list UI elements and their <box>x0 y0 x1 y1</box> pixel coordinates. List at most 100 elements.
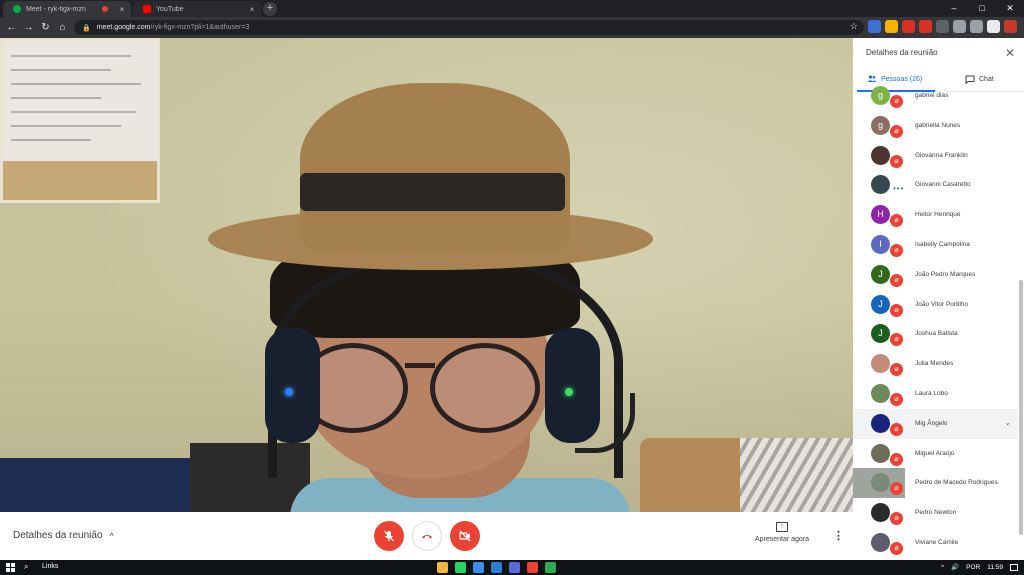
participant-row[interactable]: ⌀ Pedro de Macedo Rodrigues <box>853 468 1018 499</box>
taskbar-app-icon[interactable] <box>545 562 556 573</box>
participant-name: Laura Lobo <box>915 390 948 397</box>
phone-hangup-icon <box>422 535 432 539</box>
participant-row[interactable]: J ⌀ Joshua Batista <box>853 319 1018 349</box>
muted-mic-icon: ⌀ <box>890 512 903 526</box>
address-bar[interactable]: 🔒 meet.google.com /ryk-figx-mzn?pli=1&au… <box>74 20 864 35</box>
participant-list-scrollbar[interactable] <box>1019 280 1023 535</box>
close-tab-icon[interactable]: × <box>117 5 127 14</box>
camera-toggle-button[interactable] <box>450 521 480 551</box>
corkboard <box>0 38 160 203</box>
minimize-button[interactable]: – <box>940 0 968 17</box>
forward-button[interactable]: → <box>20 22 37 33</box>
browser-extension-icon[interactable] <box>868 20 881 33</box>
browser-extension-icon[interactable] <box>987 20 1000 33</box>
browser-extension-icon[interactable] <box>970 20 983 33</box>
microphone-toggle-button[interactable] <box>374 521 404 551</box>
close-window-button[interactable]: ✕ <box>996 0 1024 17</box>
headphone-left-cup <box>265 328 320 443</box>
chevron-down-icon[interactable]: ⌄ <box>1004 418 1011 427</box>
participant-row[interactable]: I ⌀ Isabelly Campolina <box>853 230 1018 260</box>
browser-tab-strip: Meet - ryk-figx-mzn × YouTube × + – □ ✕ <box>0 0 1024 17</box>
participant-row[interactable]: ⌀ Viviane Camile <box>853 528 1018 558</box>
participant-row[interactable]: g ⌀ gabriel dias <box>853 81 1018 111</box>
pinned-paper <box>3 41 158 161</box>
reload-button[interactable]: ↻ <box>37 22 54 33</box>
panel-title: Detalhes da reunião <box>866 48 938 57</box>
meeting-details-panel: Detalhes da reunião ✕ Pessoas (26) Chat … <box>853 38 1024 560</box>
browser-extension-icon[interactable] <box>1004 20 1017 33</box>
close-panel-button[interactable]: ✕ <box>1005 46 1015 60</box>
participant-row[interactable]: ⌀ Laura Lobo <box>853 379 1018 409</box>
muted-mic-icon: ⌀ <box>890 244 903 257</box>
clock[interactable]: 11:59 <box>987 564 1003 571</box>
new-tab-button[interactable]: + <box>263 2 277 16</box>
participant-name: Giovanna Franklin <box>915 151 968 159</box>
search-icon[interactable]: ⌕ <box>24 562 28 572</box>
volume-icon[interactable]: 🔊 <box>951 563 959 571</box>
participant-name: Joshua Batista <box>915 330 958 338</box>
muted-mic-icon: ⌀ <box>890 95 903 108</box>
bookmark-star-icon[interactable]: ☆ <box>850 21 858 32</box>
participant-row[interactable]: ⌀ Mig Ângelo ⌄ <box>853 408 1018 439</box>
participant-row[interactable]: ⌀ Miguel Araújo <box>853 439 1018 469</box>
participant-name: Mig Ângelo <box>915 419 948 427</box>
muted-mic-icon: ⌀ <box>890 303 903 317</box>
muted-mic-icon: ⌀ <box>890 452 903 466</box>
hat-band <box>300 173 565 211</box>
muted-mic-icon: ⌀ <box>890 124 903 138</box>
participant-row[interactable]: ⌀ Julia Mendes <box>853 349 1018 379</box>
muted-mic-icon: ⌀ <box>890 273 903 287</box>
avatar <box>871 384 890 403</box>
browser-tab-youtube[interactable]: YouTube × <box>133 1 261 17</box>
links-toolbar[interactable]: Links <box>42 563 58 570</box>
maximize-button[interactable]: □ <box>968 0 996 17</box>
tray-expand-icon[interactable]: ^ <box>941 564 944 571</box>
muted-mic-icon: ⌀ <box>890 542 903 555</box>
language-indicator[interactable]: POR <box>966 564 980 571</box>
screen: Meet - ryk-figx-mzn × YouTube × + – □ ✕ … <box>0 0 1024 575</box>
meeting-details-toggle[interactable]: Detalhes da reunião ^ <box>13 530 114 541</box>
browser-extension-icon[interactable] <box>919 20 932 33</box>
browser-extension-icon[interactable] <box>936 20 949 33</box>
present-now-button[interactable]: ↑ Apresentar agora <box>745 522 819 543</box>
more-options-button[interactable]: ⋮ <box>833 529 844 542</box>
taskbar-app-icon[interactable] <box>473 562 484 573</box>
meeting-details-label: Detalhes da reunião <box>13 530 103 541</box>
participant-row[interactable]: J ⌀ João Vitor Portilho <box>853 290 1018 320</box>
avatar <box>871 503 890 523</box>
taskbar-app-icon[interactable] <box>527 562 538 573</box>
participant-row[interactable]: ⌀ Giovanna Franklin <box>853 141 1018 171</box>
browser-tab-meet[interactable]: Meet - ryk-figx-mzn × <box>3 1 131 17</box>
window-controls: – □ ✕ <box>940 0 1024 17</box>
taskbar-apps <box>437 562 556 573</box>
browser-extension-icon[interactable] <box>902 20 915 33</box>
taskbar-app-icon[interactable] <box>509 562 520 573</box>
taskbar-app-icon[interactable] <box>455 562 466 573</box>
back-button[interactable]: ← <box>3 22 20 33</box>
taskbar-app-icon[interactable] <box>491 562 502 573</box>
windows-start-icon[interactable] <box>6 563 15 572</box>
close-tab-icon[interactable]: × <box>247 5 257 14</box>
meeting-controls-bar: Detalhes da reunião ^ ↑ Apresentar agora… <box>0 512 853 560</box>
chevron-up-icon: ^ <box>109 530 114 541</box>
taskbar-app-icon[interactable] <box>437 562 448 573</box>
tab-title: YouTube <box>156 5 184 13</box>
participant-row[interactable]: ••• Giovanni Casaretto <box>853 170 1018 200</box>
leave-call-button[interactable] <box>412 521 442 551</box>
participant-row[interactable]: J ⌀ João Pedro Marques <box>853 260 1018 290</box>
browser-extension-icon[interactable] <box>953 20 966 33</box>
home-button[interactable]: ⌂ <box>54 22 71 33</box>
avatar <box>871 354 890 374</box>
url-host: meet.google.com <box>96 24 151 31</box>
speaking-indicator-icon: ••• <box>893 184 905 194</box>
participant-name: gabriel dias <box>915 92 949 99</box>
participant-name: Giovanni Casaretto <box>915 181 971 189</box>
participant-row[interactable]: ⌀ Pedro Newton <box>853 498 1018 528</box>
avatar: g <box>871 115 890 135</box>
avatar <box>871 443 890 463</box>
windows-taskbar: ⌕ Links ^ 🔊 POR 11:59 <box>0 560 1024 575</box>
participant-row[interactable]: g ⌀ gabriella Nunes <box>853 111 1018 141</box>
participant-row[interactable]: H ⌀ Heitor Henrique <box>853 200 1018 230</box>
notifications-icon[interactable] <box>1010 563 1018 571</box>
browser-extension-icon[interactable] <box>885 20 898 33</box>
